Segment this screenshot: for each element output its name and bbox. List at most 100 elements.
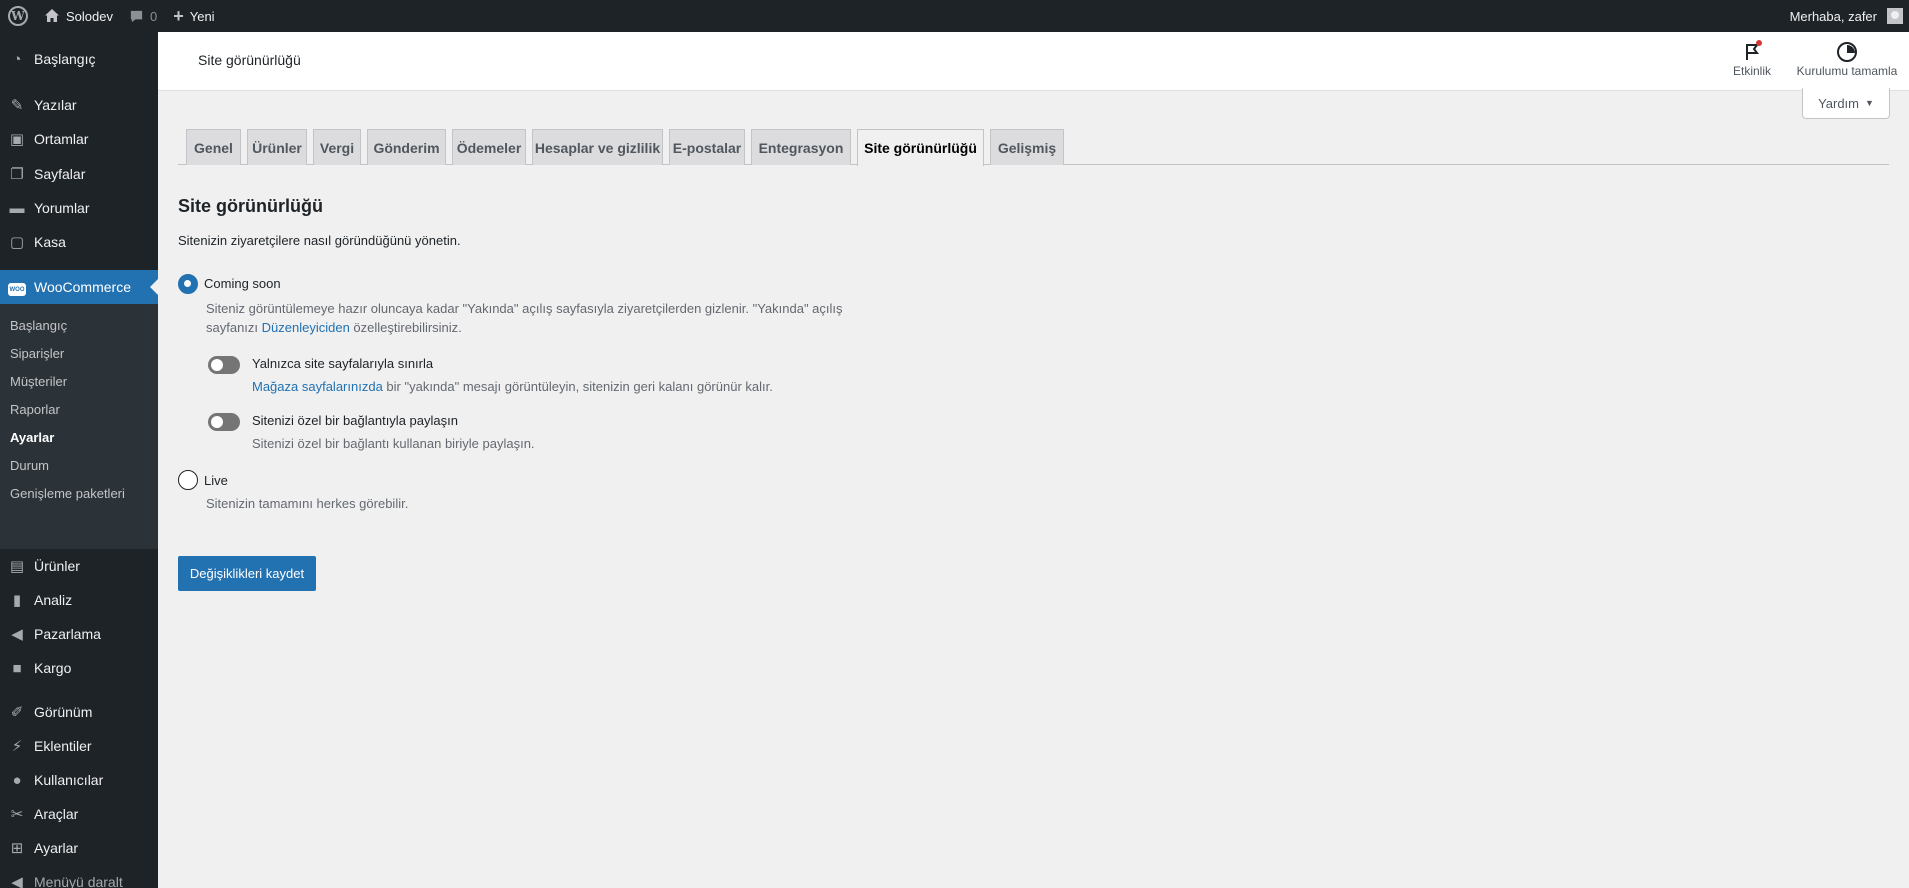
sidebar-item-woocommerce[interactable]: WOO WooCommerce	[0, 270, 158, 304]
comment-bubble-icon	[130, 10, 143, 22]
tab-accounts-privacy[interactable]: Hesaplar ve gizlilik	[532, 129, 663, 165]
activity-label: Etkinlik	[1732, 64, 1771, 78]
sidebar-item-appearance[interactable]: ✐ Görünüm	[0, 697, 158, 727]
sidebar-item-label: Yazılar	[34, 97, 77, 113]
sidebar-item-label: Ürünler	[34, 558, 80, 574]
home-icon	[45, 9, 59, 22]
editor-link[interactable]: Düzenleyiciden	[262, 320, 350, 335]
media-icon: ▣	[9, 131, 25, 148]
coming-soon-desc-line1: Siteniz görüntülemeye hazır oluncaya kad…	[206, 301, 843, 316]
help-button[interactable]: Yardım ▼	[1802, 88, 1890, 119]
comments-icon: ▬	[9, 199, 25, 217]
sidebar-item-label: Analiz	[34, 592, 73, 608]
sidebar-item-tools[interactable]: ✂ Araçlar	[0, 799, 158, 829]
wordpress-logo-button[interactable]: W	[0, 0, 36, 32]
tab-emails[interactable]: E-postalar	[669, 129, 745, 165]
sidebar-item-dashboard[interactable]: ◔ Başlangıç	[0, 44, 158, 74]
sidebar-item-pages[interactable]: ❐ Sayfalar	[0, 159, 158, 189]
coming-soon-desc-line2: sayfanızı Düzenleyiciden özelleştirebili…	[206, 318, 843, 337]
sidebar-item-comments[interactable]: ▬ Yorumlar	[0, 193, 158, 223]
store-pages-only-label: Yalnızca site sayfalarıyla sınırla	[252, 356, 434, 371]
sidebar-item-marketing[interactable]: ◀ Pazarlama	[0, 619, 158, 649]
woocommerce-header: Site görünürlüğü Etkinlik Kurulumu tamam…	[158, 32, 1909, 91]
setup-label: Kurulumu tamamla	[1796, 64, 1898, 78]
share-private-link-toggle[interactable]	[208, 413, 240, 431]
desc-text: sayfanızı	[206, 320, 262, 335]
sidebar-item-label: WooCommerce	[34, 279, 131, 295]
coming-soon-radio[interactable]	[178, 274, 198, 294]
sidebar-item-vault[interactable]: ▢ Kasa	[0, 227, 158, 257]
admin-bar: W Solodev 0 + Yeni Merhaba, zafer	[0, 0, 1909, 32]
collapse-menu-button[interactable]: ◀ Menüyü daralt	[0, 867, 158, 888]
store-pages-link[interactable]: Mağaza sayfalarınızda	[252, 379, 383, 394]
submenu-item-orders[interactable]: Siparişler	[10, 346, 64, 361]
sidebar-item-shipping[interactable]: ■ Kargo	[0, 653, 158, 683]
settings-tabs: Genel Ürünler Vergi Gönderim Ödemeler He…	[178, 129, 1889, 166]
my-account-link[interactable]: Merhaba, zafer	[1782, 0, 1909, 32]
sidebar-item-settings[interactable]: ⊞ Ayarlar	[0, 833, 158, 863]
sidebar-item-label: Sayfalar	[34, 166, 86, 182]
desc-text: özelleştirebilirsiniz.	[349, 320, 462, 335]
tab-site-visibility[interactable]: Site görünürlüğü	[857, 129, 984, 166]
coming-soon-description: Siteniz görüntülemeye hazır oluncaya kad…	[206, 299, 843, 337]
submenu-item-home[interactable]: Başlangıç	[10, 318, 67, 333]
tab-products[interactable]: Ürünler	[247, 129, 307, 165]
tab-tax[interactable]: Vergi	[313, 129, 361, 165]
sidebar-item-label: Ortamlar	[34, 131, 89, 147]
submenu-item-extensions[interactable]: Genişleme paketleri	[10, 486, 125, 501]
admin-sidebar: ◔ Başlangıç ✎ Yazılar ▣ Ortamlar ❐ Sayfa…	[0, 32, 158, 888]
sidebar-item-label: Yorumlar	[34, 200, 90, 216]
sidebar-item-products[interactable]: ▤ Ürünler	[0, 551, 158, 581]
woocommerce-submenu	[0, 304, 158, 549]
submenu-item-status[interactable]: Durum	[10, 458, 49, 473]
live-label: Live	[204, 473, 228, 488]
tab-payments[interactable]: Ödemeler	[452, 129, 526, 165]
live-description: Sitenizin tamamını herkes görebilir.	[206, 496, 409, 511]
new-content-link[interactable]: + Yeni	[165, 0, 222, 32]
site-name-link[interactable]: Solodev	[36, 0, 121, 32]
sidebar-item-label: Pazarlama	[34, 626, 101, 642]
sidebar-item-label: Eklentiler	[34, 738, 92, 754]
tab-shipping[interactable]: Gönderim	[367, 129, 446, 165]
sidebar-item-users[interactable]: ● Kullanıcılar	[0, 765, 158, 795]
setup-button[interactable]: Kurulumu tamamla	[1788, 40, 1906, 78]
sidebar-item-media[interactable]: ▣ Ortamlar	[0, 124, 158, 154]
submenu-item-customers[interactable]: Müşteriler	[10, 374, 67, 389]
activity-button[interactable]: Etkinlik	[1720, 40, 1784, 78]
new-label: Yeni	[189, 8, 215, 24]
desc-text: bir "yakında" mesajı görüntüleyin, siten…	[382, 379, 773, 394]
collapse-menu-label: Menüyü daralt	[34, 874, 123, 888]
dashboard-icon: ◔	[12, 50, 22, 68]
sidebar-item-label: Kargo	[34, 660, 72, 676]
site-name: Solodev	[66, 8, 113, 24]
plugin-icon: ⚡	[11, 738, 23, 755]
comments-link[interactable]: 0	[121, 0, 165, 32]
pin-icon: ✎	[10, 97, 24, 114]
users-icon: ●	[12, 771, 22, 789]
avatar	[1887, 8, 1903, 24]
comments-count: 0	[149, 8, 158, 24]
submenu-item-reports[interactable]: Raporlar	[10, 402, 60, 417]
brush-icon: ✐	[10, 704, 24, 721]
sidebar-item-plugins[interactable]: ⚡ Eklentiler	[0, 731, 158, 761]
tab-advanced[interactable]: Gelişmiş	[990, 129, 1064, 165]
woocommerce-icon: WOO	[0, 278, 34, 297]
archive-icon: ▤	[9, 558, 25, 575]
sidebar-item-label: Ayarlar	[34, 840, 79, 856]
tab-general[interactable]: Genel	[186, 129, 241, 165]
live-radio[interactable]	[178, 470, 198, 490]
sidebar-item-posts[interactable]: ✎ Yazılar	[0, 90, 158, 120]
sidebar-item-label: Kullanıcılar	[34, 772, 104, 788]
help-label: Yardım	[1818, 95, 1859, 111]
wrench-icon: ✂	[10, 806, 24, 823]
megaphone-icon: ◀	[11, 626, 23, 643]
sidebar-item-label: Görünüm	[34, 704, 93, 720]
save-changes-button[interactable]: Değişiklikleri kaydet	[178, 556, 316, 591]
sidebar-item-label: Başlangıç	[34, 51, 96, 67]
submenu-item-settings[interactable]: Ayarlar	[10, 430, 54, 445]
store-pages-only-toggle[interactable]	[208, 356, 240, 374]
sidebar-item-label: Araçlar	[34, 806, 79, 822]
sidebar-item-analytics[interactable]: ▮ Analiz	[0, 585, 158, 615]
coming-soon-label: Coming soon	[204, 276, 281, 291]
tab-integration[interactable]: Entegrasyon	[751, 129, 851, 165]
